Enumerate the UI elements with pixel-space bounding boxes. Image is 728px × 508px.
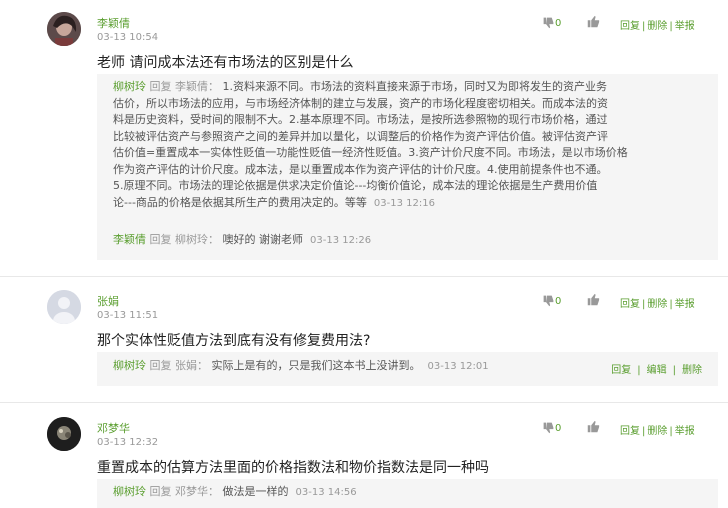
reply-line: 论---商品的价格是依据其所生产的费用决定的。等等 — [113, 195, 367, 209]
reply-box: 柳树玲 回复 李颖倩： 1.资料来源不同。市场法的资料直接来源于市场，同时又为即… — [97, 74, 718, 260]
report-link[interactable]: 举报 — [675, 299, 695, 310]
reply-verb: 回复 — [149, 80, 172, 93]
reply-target: 张娟： — [175, 359, 208, 372]
reply-line: 1.资料来源不同。市场法的资料直接来源于市场，同时又为即将发生的资产业务 — [222, 80, 608, 93]
post-links: 回复 | 删除 | 举报 — [620, 426, 695, 437]
user-avatar-dark-photo-icon — [47, 417, 81, 451]
reply-edit-link[interactable]: 编辑 — [647, 365, 667, 376]
reply-line: 料是历史资料，受时间的限制不大。2.基本原理不同。市场法，是按所选参照物的现行市… — [113, 113, 608, 126]
reply-item: 柳树玲 回复 张娟： 实际上是有的，只是我们这本书上没讲到。 03-13 12:… — [113, 358, 489, 376]
question-text: 老师 请问成本法还有市场法的区别是什么 — [97, 55, 354, 71]
reply-link[interactable]: 回复 — [620, 299, 640, 310]
reply-link[interactable]: 回复 — [620, 21, 640, 32]
post-actions: 0 回复 | 删除 | 举报 — [542, 15, 702, 32]
dislike-button[interactable]: 0 — [542, 421, 561, 434]
thumbs-up-icon — [587, 15, 600, 28]
delete-link[interactable]: 删除 — [647, 21, 667, 32]
question-text: 重置成本的估算方法里面的价格指数法和物价指数法是同一种吗 — [97, 460, 489, 476]
username[interactable]: 张娟 — [97, 293, 119, 309]
reply-reply-link[interactable]: 回复 — [611, 365, 631, 376]
reply-author[interactable]: 柳树玲 — [113, 80, 146, 93]
thumbs-up-icon — [587, 293, 600, 306]
like-button[interactable] — [586, 293, 600, 310]
user-avatar[interactable] — [47, 12, 81, 46]
like-button[interactable] — [586, 420, 600, 437]
reply-line: 5.原理不同。市场法的理论依据是供求决定价值论---均衡价值论，成本法的理论依据… — [113, 179, 598, 192]
thumbs-up-icon — [587, 420, 600, 433]
reply-time: 03-13 12:26 — [310, 235, 372, 246]
post-actions: 0 回复 | 删除 | 举报 — [542, 293, 702, 310]
thumbs-down-icon — [543, 17, 554, 29]
dislike-count: 0 — [555, 18, 562, 29]
reply-author[interactable]: 柳树玲 — [113, 359, 146, 372]
reply-delete-link[interactable]: 删除 — [682, 365, 702, 376]
reply-text: 做法是一样的 — [222, 485, 289, 498]
reply-line: 估价，所以市场法的应用，与市场经济体制的建立与发展，资产的市场化程度密切相关。而… — [113, 96, 608, 110]
post-links: 回复 | 删除 | 举报 — [620, 21, 695, 32]
dislike-count: 0 — [555, 423, 562, 434]
reply-author[interactable]: 柳树玲 — [113, 485, 146, 498]
reply-link[interactable]: 回复 — [620, 426, 640, 437]
question-text: 那个实体性贬值方法到底有没有修复费用法? — [97, 333, 371, 349]
reply-box: 柳树玲 回复 张娟： 实际上是有的，只是我们这本书上没讲到。 03-13 12:… — [97, 352, 718, 386]
report-link[interactable]: 举报 — [675, 21, 695, 32]
post-time: 03-13 12:32 — [97, 437, 159, 448]
reply-item: 柳树玲 回复 邓梦华： 做法是一样的 03-13 14:56 — [113, 484, 357, 502]
username[interactable]: 李颖倩 — [97, 15, 130, 31]
dislike-button[interactable]: 0 — [542, 294, 561, 307]
default-user-avatar-icon — [47, 290, 81, 324]
reply-author[interactable]: 李颖倩 — [113, 233, 146, 246]
reply-time: 03-13 12:16 — [373, 197, 435, 209]
reply-target: 柳树玲： — [175, 233, 219, 246]
thumbs-down-icon — [543, 295, 554, 307]
dislike-button[interactable]: 0 — [542, 16, 561, 29]
reply-actions: 回复 | 编辑 | 删除 — [611, 365, 702, 376]
user-avatar[interactable] — [47, 417, 81, 451]
reply-verb: 回复 — [149, 485, 172, 498]
reply-text: 噢好的 谢谢老师 — [222, 233, 304, 246]
comment-post-3: 邓梦华 03-13 12:32 重置成本的估算方法里面的价格指数法和物价指数法是… — [0, 403, 728, 508]
comment-post-1: 李颖倩 03-13 10:54 老师 请问成本法还有市场法的区别是什么 0 回复… — [0, 0, 728, 275]
post-actions: 0 回复 | 删除 | 举报 — [542, 420, 702, 437]
reply-line: 比较被评估资产与参照资产之间的差异并加以量化，以调整后的价格作为资产评估价值。被… — [113, 129, 608, 143]
user-avatar-dark-hair-icon — [47, 12, 81, 46]
user-avatar[interactable] — [47, 290, 81, 324]
reply-line: 作为资产评估的计价尺度。成本法，是以重置成本作为资产评估的计价尺度。4.使用前提… — [113, 162, 608, 176]
reply-item: 柳树玲 回复 李颖倩： 1.资料来源不同。市场法的资料直接来源于市场，同时又为即… — [113, 79, 713, 212]
reply-line: 估价值=重置成本一实体性贬值一功能性贬值一经济性贬值。3.资产计价尺度不同。市场… — [113, 146, 628, 159]
comment-post-2: 张娟 03-13 11:51 那个实体性贬值方法到底有没有修复费用法? 0 回复… — [0, 277, 728, 401]
like-button[interactable] — [586, 15, 600, 32]
reply-time: 03-13 14:56 — [295, 487, 357, 498]
reply-text: 实际上是有的，只是我们这本书上没讲到。 — [211, 359, 421, 372]
username[interactable]: 邓梦华 — [97, 420, 130, 436]
reply-item: 李颖倩 回复 柳树玲： 噢好的 谢谢老师 03-13 12:26 — [113, 232, 371, 250]
delete-link[interactable]: 删除 — [647, 299, 667, 310]
post-links: 回复 | 删除 | 举报 — [620, 299, 695, 310]
reply-time: 03-13 12:01 — [427, 361, 489, 372]
thumbs-down-icon — [543, 422, 554, 434]
reply-verb: 回复 — [149, 233, 172, 246]
reply-box: 柳树玲 回复 邓梦华： 做法是一样的 03-13 14:56 — [97, 479, 718, 508]
reply-verb: 回复 — [149, 359, 172, 372]
reply-target: 李颖倩： — [175, 80, 219, 93]
post-time: 03-13 11:51 — [97, 310, 159, 321]
report-link[interactable]: 举报 — [675, 426, 695, 437]
reply-target: 邓梦华： — [175, 485, 219, 498]
post-time: 03-13 10:54 — [97, 32, 159, 43]
delete-link[interactable]: 删除 — [647, 426, 667, 437]
dislike-count: 0 — [555, 296, 562, 307]
